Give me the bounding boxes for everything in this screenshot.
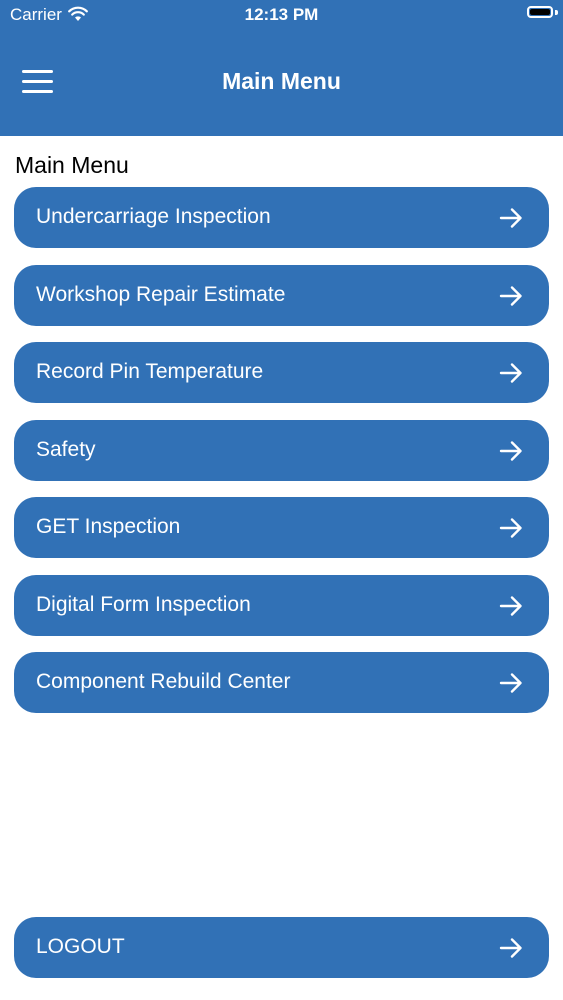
top-bar: Carrier 12:13 PM Main Menu	[0, 0, 563, 136]
arrow-right-icon	[499, 208, 522, 228]
arrow-right-icon	[499, 440, 522, 461]
logout-label: LOGOUT	[36, 935, 125, 958]
arrow-right-icon	[499, 363, 522, 383]
arrow-right-icon	[499, 938, 522, 958]
battery-tip	[555, 10, 558, 15]
main-menu-list: Undercarriage Inspection Workshop Repair…	[14, 187, 549, 730]
menu-item-undercarriage-inspection[interactable]: Undercarriage Inspection	[14, 187, 549, 248]
menu-item-digital-form-inspection[interactable]: Digital Form Inspection	[14, 574, 549, 636]
arrow-right-icon	[499, 673, 522, 693]
menu-item-label: Undercarriage Inspection	[36, 205, 271, 228]
menu-item-component-rebuild-center[interactable]: Component Rebuild Center	[14, 652, 549, 713]
status-time: 12:13 PM	[244, 5, 319, 24]
menu-item-label: Safety	[36, 437, 96, 461]
app-screen: Carrier 12:13 PM Main Menu Main Menu Und…	[0, 0, 563, 1000]
logout-button[interactable]: LOGOUT	[14, 917, 549, 978]
menu-item-workshop-repair-estimate[interactable]: Workshop Repair Estimate	[14, 264, 549, 326]
menu-item-label: Record Pin Temperature	[36, 360, 264, 383]
battery-icon	[527, 6, 553, 18]
menu-item-label: Digital Form Inspection	[36, 592, 251, 616]
menu-item-label: Component Rebuild Center	[36, 670, 291, 693]
menu-item-safety[interactable]: Safety	[14, 419, 549, 481]
nav-title: Main Menu	[222, 68, 341, 94]
menu-item-label: GET Inspection	[36, 515, 181, 538]
arrow-right-icon	[499, 518, 522, 538]
status-bar: Carrier 12:13 PM	[0, 0, 563, 30]
menu-item-label: Workshop Repair Estimate	[36, 282, 286, 306]
menu-item-get-inspection[interactable]: GET Inspection	[14, 497, 549, 558]
section-title: Main Menu	[15, 152, 129, 178]
arrow-right-icon	[499, 285, 522, 306]
arrow-right-icon	[499, 595, 522, 616]
menu-item-record-pin-temperature[interactable]: Record Pin Temperature	[14, 342, 549, 403]
battery-level	[530, 9, 550, 15]
